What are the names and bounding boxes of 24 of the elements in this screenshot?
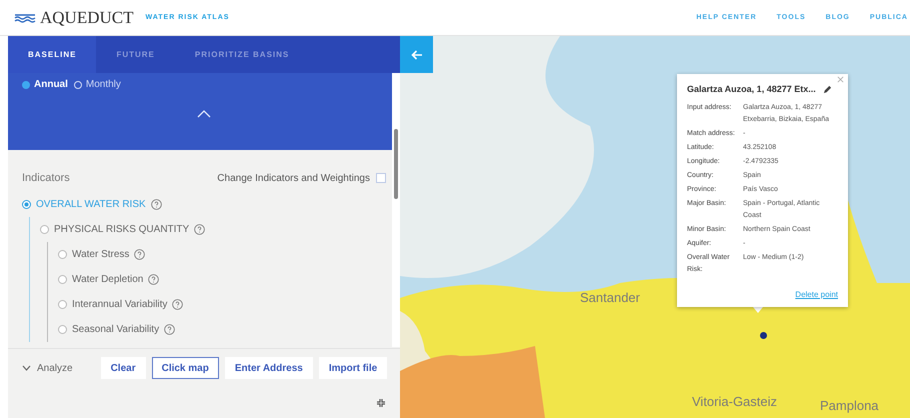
section-title: Indicators (22, 172, 70, 184)
indicator-label[interactable]: Interannual Variability (72, 299, 168, 310)
checkbox-label[interactable]: Change Indicators and Weightings (217, 172, 370, 184)
tab[interactable]: BASELINE (8, 36, 96, 73)
place-label: Vitoria-Gasteiz (692, 394, 778, 409)
delete-point-link[interactable]: Delete point (687, 290, 838, 299)
indicator-label[interactable]: PHYSICAL RISKS QUANTITY (54, 224, 190, 235)
analyze-button[interactable]: Import file (318, 357, 388, 379)
radio-label[interactable]: Monthly (86, 79, 121, 90)
radio-label[interactable]: Annual (34, 79, 68, 90)
indicator-label[interactable]: Water Stress (72, 249, 130, 260)
indicator-label[interactable]: OVERALL WATER RISK (36, 199, 146, 210)
analyze-button[interactable]: Enter Address (224, 357, 313, 379)
analyze-button[interactable]: Click map (152, 357, 219, 379)
analyze-button[interactable]: Clear (100, 357, 146, 379)
analyze-label[interactable]: Analyze (37, 362, 73, 374)
tab[interactable]: PRIORITIZE BASINS (174, 36, 310, 73)
logo-text: AQUEDUCT (40, 8, 134, 28)
indicator-label[interactable]: Water Depletion (72, 274, 144, 285)
popup-title: Galartza Auzoa, 1, 48277 Etx... (687, 84, 816, 94)
tab[interactable]: FUTURE (96, 36, 175, 73)
place-label: Pamplona (820, 398, 879, 413)
place-label: Santander (580, 290, 640, 305)
indicator-label[interactable]: Seasonal Variability (72, 324, 160, 335)
